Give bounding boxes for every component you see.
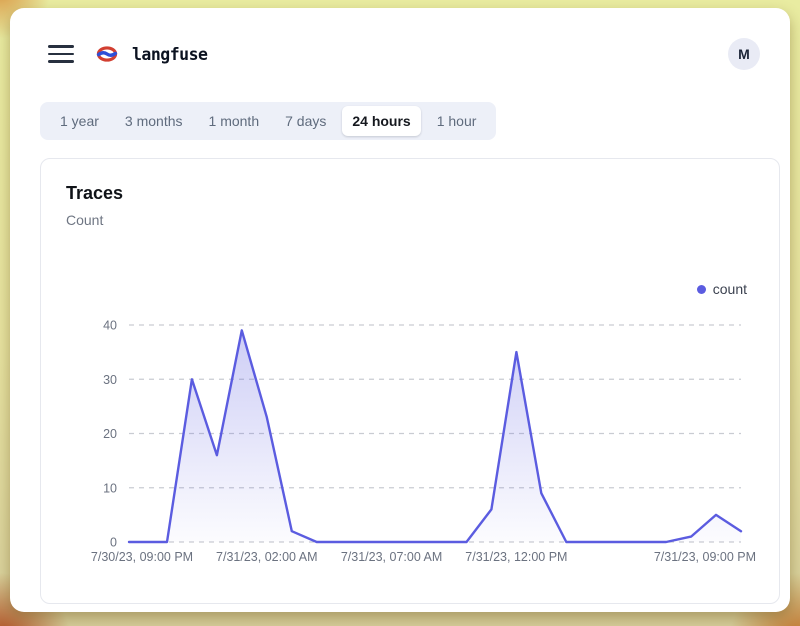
y-tick-label-0: 0: [110, 536, 117, 550]
app-window: langfuse M 1 year3 months1 month7 days24…: [10, 8, 790, 612]
x-tick-label-24: 7/31/23, 09:00 PM: [654, 550, 756, 564]
y-tick-label-10: 10: [103, 481, 117, 495]
x-tick-label-10: 7/31/23, 07:00 AM: [341, 550, 442, 564]
x-tick-label-15: 7/31/23, 12:00 PM: [465, 550, 567, 564]
y-tick-label-40: 40: [103, 319, 117, 333]
tab-1-hour[interactable]: 1 hour: [427, 106, 487, 136]
card-title: Traces: [66, 183, 123, 204]
y-tick-label-20: 20: [103, 427, 117, 441]
langfuse-logo-icon: [96, 46, 118, 62]
menu-hamburger-icon[interactable]: [48, 45, 74, 63]
traces-chart[interactable]: 0 10 20 30 40 7/30/23, 09:00 PM 7/31/23, 02:00…: [71, 309, 771, 589]
user-avatar[interactable]: M: [728, 38, 760, 70]
tab-3-months[interactable]: 3 months: [115, 106, 193, 136]
traces-card: Traces Count count 0 10 20 30 40 7/30/23, 09:…: [40, 158, 780, 604]
y-tick-label-30: 30: [103, 373, 117, 387]
time-range-tabs: 1 year3 months1 month7 days24 hours1 hou…: [40, 102, 496, 140]
tab-7-days[interactable]: 7 days: [275, 106, 336, 136]
x-tick-label-5: 7/31/23, 02:00 AM: [216, 550, 317, 564]
legend-dot-icon: [697, 285, 706, 294]
app-header: langfuse M: [48, 36, 760, 72]
tab-1-month[interactable]: 1 month: [199, 106, 270, 136]
card-subtitle: Count: [66, 212, 103, 228]
brand-title[interactable]: langfuse: [126, 44, 213, 65]
chart-legend: count: [697, 281, 747, 297]
legend-label: count: [713, 281, 747, 297]
tab-1-year[interactable]: 1 year: [50, 106, 109, 136]
x-tick-label-0: 7/30/23, 09:00 PM: [91, 550, 193, 564]
tab-24-hours[interactable]: 24 hours: [342, 106, 420, 136]
